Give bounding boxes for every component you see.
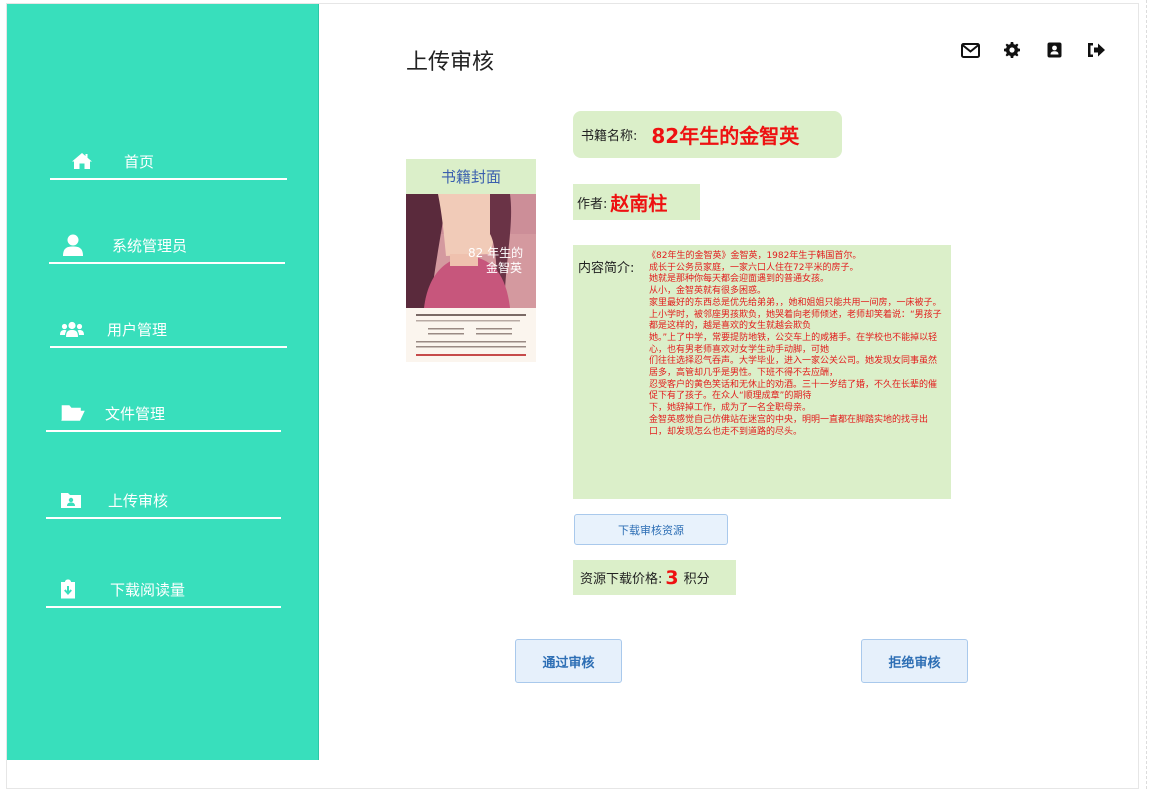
intro-line: 从小，金智英就有很多困惑。 bbox=[649, 286, 767, 297]
sidebar-item-admin[interactable]: 系统管理员 bbox=[49, 228, 285, 264]
id-folder-icon bbox=[59, 490, 83, 510]
intro-line: 下，她辞掉工作，成为了一名全职母亲。 bbox=[649, 403, 812, 414]
book-cover-panel: 书籍封面 82 年生的 金智英 bbox=[406, 159, 536, 362]
sidebar-item-label: 上传审核 bbox=[108, 491, 169, 510]
envelope-icon[interactable] bbox=[960, 40, 980, 60]
sidebar-item-users[interactable]: 用户管理 bbox=[50, 312, 287, 348]
sidebar-item-label: 文件管理 bbox=[105, 404, 166, 423]
user-icon bbox=[61, 234, 85, 256]
author-panel: 作者: 赵南柱 bbox=[573, 184, 700, 220]
users-icon bbox=[60, 319, 84, 339]
book-cover-image: 82 年生的 金智英 bbox=[406, 194, 536, 362]
intro-line: 成长于公务员家庭，一家六口人住在72平米的房子。 bbox=[649, 262, 859, 273]
intro-line: 上小学时，被邻座男孩欺负，她哭着向老师倾述，老师却笑着说：“男孩子都是这样的，越… bbox=[649, 309, 942, 332]
sign-out-icon[interactable] bbox=[1086, 40, 1106, 60]
cover-title-line-1: 82 年生的 bbox=[468, 245, 523, 260]
home-icon bbox=[70, 151, 94, 171]
price-label: 资源下载价格: bbox=[580, 572, 663, 587]
intro-line: 她。”上了中学，常要提防地铁，公交车上的咸猪手。在学校也不能掉以轻心，也有男老师… bbox=[649, 332, 938, 355]
price-panel: 资源下载价格: 3 积分 bbox=[573, 560, 736, 595]
intro-line: 家里最好的东西总是优先给弟弟，，她和姐姐只能共用一间房，一床被子。 bbox=[649, 297, 942, 308]
page-title: 上传审核 bbox=[406, 50, 495, 75]
sidebar-item-home[interactable]: 首页 bbox=[50, 144, 287, 180]
address-book-icon[interactable] bbox=[1044, 40, 1064, 60]
intro-line: 们往往选择忍气吞声。大学毕业，进入一家公关公司。她发现女同事虽然居多，高管却几乎… bbox=[649, 356, 938, 379]
folder-open-icon bbox=[61, 403, 85, 423]
intro-line: 忍受客户的黄色笑话和无休止的劝酒。三十一岁结了婚，不久在长辈的催促下有了孩子。在… bbox=[649, 379, 938, 402]
sidebar-item-files[interactable]: 文件管理 bbox=[46, 396, 281, 432]
book-cover-label: 书籍封面 bbox=[440, 167, 501, 186]
intro-line: 《82年生的金智英》金智英，1982年生于韩国首尔。 bbox=[647, 251, 862, 261]
book-name-value: 82年生的金智英 bbox=[651, 124, 800, 148]
sidebar-item-label: 系统管理员 bbox=[112, 236, 188, 255]
author-value: 赵南柱 bbox=[610, 192, 668, 215]
sidebar-item-downloads[interactable]: 下载阅读量 bbox=[46, 572, 281, 608]
cover-title-line-2: 金智英 bbox=[486, 260, 522, 275]
price-value: 3 bbox=[665, 566, 679, 589]
intro-line: 金智英感觉自己仿佛站在迷宫的中央，明明一直都在脚踏实地的找寻出口，却发现怎么也走… bbox=[649, 414, 929, 437]
book-name-label: 书籍名称: bbox=[581, 129, 638, 144]
author-label: 作者: bbox=[577, 196, 608, 212]
book-name-panel: 书籍名称: 82年生的金智英 bbox=[573, 111, 842, 158]
clipboard-download-icon bbox=[56, 579, 80, 599]
reject-button[interactable]: 拒绝审核 bbox=[861, 639, 968, 683]
sidebar: 首页 系统管理员 用户管理 文件管理 上传审核 下载阅读量 bbox=[7, 4, 319, 760]
sidebar-item-upload-review[interactable]: 上传审核 bbox=[46, 483, 281, 519]
approve-button[interactable]: 通过审核 bbox=[515, 639, 622, 683]
price-unit: 积分 bbox=[683, 572, 710, 587]
sidebar-item-label: 用户管理 bbox=[107, 320, 168, 339]
sidebar-item-label: 首页 bbox=[124, 152, 155, 171]
header-toolbar bbox=[960, 40, 1106, 60]
gear-icon[interactable] bbox=[1002, 40, 1022, 60]
intro-label: 内容简介: bbox=[578, 261, 635, 276]
intro-text: 《82年生的金智英》金智英，1982年生于韩国首尔。 成长于公务员家庭，一家六口… bbox=[647, 251, 943, 438]
page-scrollbar-edge bbox=[1146, 0, 1147, 789]
intro-panel: 内容简介: 《82年生的金智英》金智英，1982年生于韩国首尔。 成长于公务员家… bbox=[573, 245, 951, 499]
download-review-resource-button[interactable]: 下载审核资源 bbox=[574, 514, 728, 545]
sidebar-item-label: 下载阅读量 bbox=[110, 580, 186, 599]
intro-line: 她就是那种你每天都会迎面遇到的普通女孩。 bbox=[649, 274, 830, 285]
